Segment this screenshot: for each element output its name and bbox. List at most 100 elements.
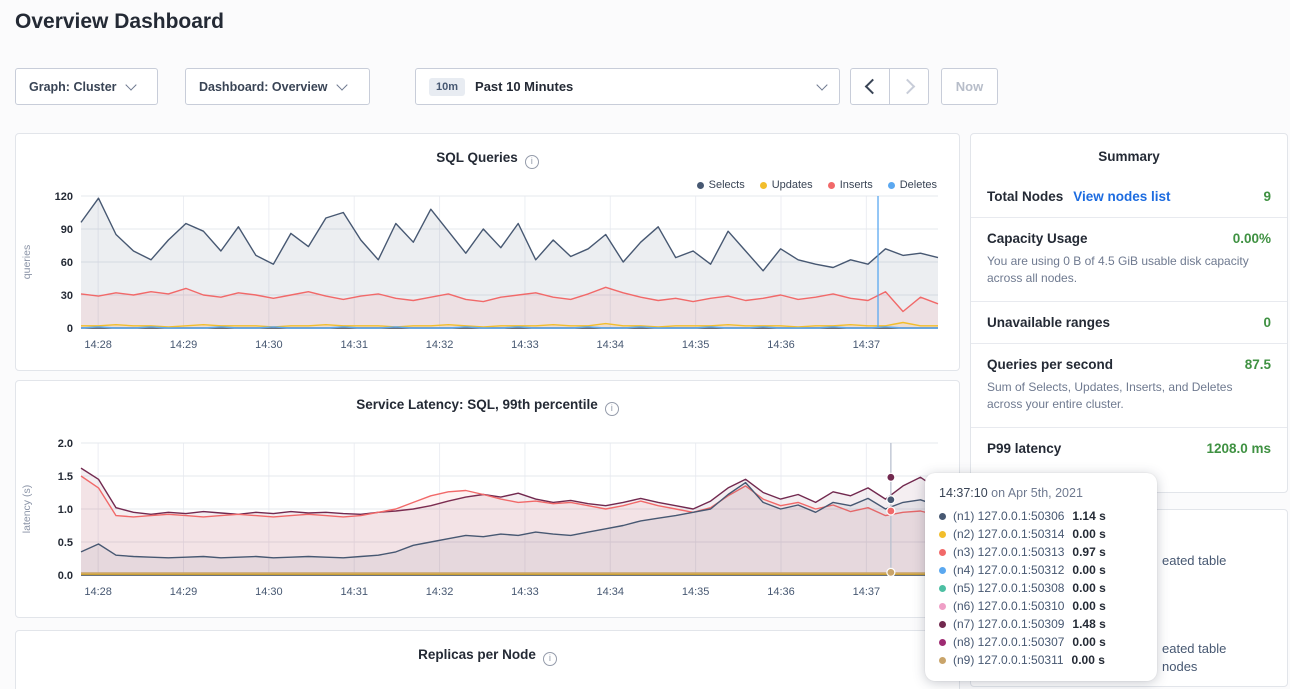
- tooltip-node-label: (n2) 127.0.0.1:50314: [953, 527, 1064, 541]
- svg-text:14:35: 14:35: [682, 586, 710, 598]
- summary-label: Capacity Usage: [987, 231, 1088, 246]
- svg-text:14:30: 14:30: [255, 339, 283, 351]
- svg-text:14:33: 14:33: [511, 586, 539, 598]
- tooltip-node-label: (n6) 127.0.0.1:50310: [953, 599, 1064, 613]
- tooltip-timestamp: 14:37:10 on Apr 5th, 2021: [939, 486, 1141, 500]
- service-latency-plot[interactable]: 14:2814:2914:3014:3114:3214:3314:3414:35…: [16, 433, 961, 611]
- svg-text:60: 60: [61, 257, 73, 269]
- svg-text:14:36: 14:36: [767, 586, 795, 598]
- chart-tooltip: 14:37:10 on Apr 5th, 2021 (n1) 127.0.0.1…: [925, 473, 1157, 681]
- graph-selector-label: Graph: Cluster: [29, 80, 117, 94]
- chevron-down-icon: [125, 79, 136, 90]
- svg-text:1.0: 1.0: [58, 504, 73, 516]
- tooltip-node-label: (n8) 127.0.0.1:50307: [953, 635, 1064, 649]
- summary-value: 0: [1263, 315, 1271, 330]
- summary-label: Unavailable ranges: [987, 315, 1110, 330]
- tooltip-node-value: 1.14 s: [1072, 509, 1105, 523]
- svg-text:queries: queries: [21, 245, 33, 279]
- summary-value: 0.00%: [1233, 231, 1271, 246]
- tooltip-node-label: (n9) 127.0.0.1:50311: [953, 653, 1064, 667]
- summary-row-unavailable-ranges: Unavailable ranges 0: [971, 302, 1287, 344]
- tooltip-node-value: 0.00 s: [1072, 563, 1105, 577]
- tooltip-node-value: 0.97 s: [1072, 545, 1105, 559]
- info-icon[interactable]: i: [543, 652, 557, 666]
- summary-label: Total Nodes: [987, 189, 1063, 204]
- time-window-label: Past 10 Minutes: [475, 79, 573, 94]
- summary-row-capacity-usage: Capacity Usage 0.00% You are using 0 B o…: [971, 218, 1287, 302]
- tooltip-node-value: 0.00 s: [1072, 653, 1105, 667]
- svg-text:0: 0: [67, 323, 73, 335]
- sql-queries-plot[interactable]: 14:2814:2914:3014:3114:3214:3314:3414:35…: [16, 186, 961, 364]
- summary-value: 87.5: [1245, 357, 1271, 372]
- chart-title: SQL Queries i: [16, 134, 959, 169]
- time-window-badge: 10m: [429, 78, 465, 96]
- tooltip-node-label: (n5) 127.0.0.1:50308: [953, 581, 1064, 595]
- tooltip-node-label: (n1) 127.0.0.1:50306: [953, 509, 1064, 523]
- info-icon[interactable]: i: [525, 155, 539, 169]
- page-title: Overview Dashboard: [15, 10, 224, 34]
- node-color-dot-icon: [939, 585, 946, 592]
- event-fragment: eated table: [1162, 641, 1226, 656]
- node-color-dot-icon: [939, 639, 946, 646]
- node-color-dot-icon: [939, 531, 946, 538]
- time-window-selector[interactable]: 10m Past 10 Minutes: [415, 68, 840, 105]
- chart-title-text: Replicas per Node: [418, 647, 536, 662]
- summary-label: Queries per second: [987, 357, 1113, 372]
- svg-text:120: 120: [55, 191, 73, 203]
- event-fragment: eated table: [1162, 553, 1226, 568]
- tooltip-row: (n5) 127.0.0.1:503080.00 s: [939, 579, 1141, 597]
- node-color-dot-icon: [939, 567, 946, 574]
- svg-text:30: 30: [61, 290, 73, 302]
- service-latency-chart-card: Service Latency: SQL, 99th percentilei 1…: [15, 380, 960, 618]
- chart-title-text: SQL Queries: [436, 150, 518, 165]
- tooltip-time: 14:37:10: [939, 486, 988, 500]
- svg-text:latency (s): latency (s): [21, 485, 33, 533]
- tooltip-row: (n8) 127.0.0.1:50307 0.00 s: [939, 633, 1141, 651]
- view-nodes-list-link[interactable]: View nodes list: [1073, 189, 1170, 204]
- svg-text:14:33: 14:33: [511, 339, 539, 351]
- info-icon[interactable]: i: [605, 402, 619, 416]
- graph-selector-dropdown[interactable]: Graph: Cluster: [15, 68, 158, 105]
- svg-text:14:29: 14:29: [170, 339, 198, 351]
- chart-title: Service Latency: SQL, 99th percentilei: [16, 381, 959, 416]
- tooltip-node-label: (n3) 127.0.0.1:50313: [953, 545, 1064, 559]
- node-color-dot-icon: [939, 621, 946, 628]
- summary-description: Sum of Selects, Updates, Inserts, and De…: [987, 379, 1271, 414]
- tooltip-row: (n3) 127.0.0.1:50313 0.97 s: [939, 543, 1141, 561]
- summary-row-p99-latency: P99 latency 1208.0 ms: [971, 428, 1287, 469]
- now-button[interactable]: Now: [941, 68, 998, 105]
- svg-text:14:31: 14:31: [340, 586, 368, 598]
- svg-text:14:34: 14:34: [597, 586, 625, 598]
- tooltip-node-value: 1.48 s: [1072, 617, 1105, 631]
- svg-text:14:36: 14:36: [767, 339, 795, 351]
- tooltip-node-value: 0.00 s: [1072, 635, 1105, 649]
- tooltip-row: (n6) 127.0.0.1:50310 0.00 s: [939, 597, 1141, 615]
- tooltip-row: (n9) 127.0.0.1:50311 0.00 s: [939, 651, 1141, 669]
- svg-text:14:34: 14:34: [597, 339, 625, 351]
- replicas-per-node-chart-card: Replicas per Node i: [15, 630, 960, 689]
- time-back-button[interactable]: [850, 68, 890, 105]
- tooltip-node-label: (n7) 127.0.0.1:50309: [953, 617, 1064, 631]
- svg-text:14:28: 14:28: [84, 339, 112, 351]
- chevron-right-icon: [899, 79, 915, 95]
- sql-queries-chart-card: SQL Queriesi SelectsUpdatesInsertsDelete…: [15, 133, 960, 371]
- svg-text:0.0: 0.0: [58, 570, 73, 582]
- summary-value: 1208.0 ms: [1206, 441, 1271, 456]
- svg-text:1.5: 1.5: [58, 471, 73, 483]
- chevron-down-icon: [336, 79, 347, 90]
- node-color-dot-icon: [939, 657, 946, 664]
- svg-text:14:31: 14:31: [340, 339, 368, 351]
- chart-title: Replicas per Node i: [16, 631, 959, 666]
- summary-row-queries-per-second: Queries per second 87.5 Sum of Selects, …: [971, 344, 1287, 428]
- tooltip-row: (n4) 127.0.0.1:503120.00 s: [939, 561, 1141, 579]
- time-forward-button[interactable]: [889, 68, 929, 105]
- dashboard-selector-dropdown[interactable]: Dashboard: Overview: [185, 68, 370, 105]
- tooltip-node-value: 0.00 s: [1072, 599, 1105, 613]
- svg-text:14:28: 14:28: [84, 586, 112, 598]
- tooltip-node-value: 0.00 s: [1072, 527, 1105, 541]
- svg-text:14:35: 14:35: [682, 339, 710, 351]
- event-fragment: nodes: [1162, 659, 1197, 674]
- summary-description: You are using 0 B of 4.5 GiB usable disk…: [987, 253, 1271, 288]
- summary-label: P99 latency: [987, 441, 1061, 456]
- node-color-dot-icon: [939, 603, 946, 610]
